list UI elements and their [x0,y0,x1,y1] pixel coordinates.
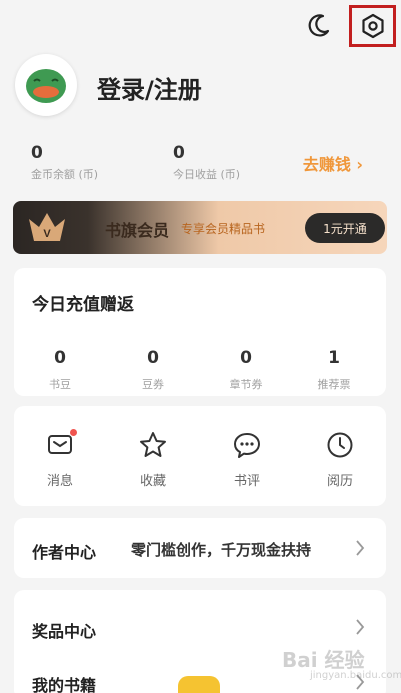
stat-label: 豆券 [142,378,164,391]
my-books-row[interactable]: 我的书籍 [32,672,96,693]
author-center-desc: 零门槛创作，千万现金扶持 [131,541,312,559]
stat-value: 1 [328,348,340,368]
quick-action-label: 收藏 [139,474,166,489]
dark-mode-icon[interactable] [306,12,332,38]
recharge-title: 今日充值赠返 [32,295,134,315]
avatar-image [26,69,66,103]
author-center-title: 作者中心 [32,543,97,562]
earn-money-link[interactable]: 去赚钱 › [303,151,363,175]
quick-action-history[interactable]: 阅历 [310,430,370,489]
svg-text:V: V [43,228,51,240]
quick-action-messages[interactable]: 消息 [30,430,90,489]
stat-label: 推荐票 [317,378,351,391]
stat-book-beans[interactable]: 0 书豆 [25,348,95,392]
quick-action-label: 书评 [233,474,260,489]
today-earnings-label: 今日收益 (币) [173,168,241,181]
crown-icon: V [29,213,65,241]
notification-dot [70,429,77,436]
login-register-link[interactable]: 登录/注册 [97,70,202,105]
stat-value: 0 [147,348,159,368]
baidu-watermark: Bai 经验 [282,648,365,672]
today-earnings-value: 0 [173,143,185,163]
comment-icon [234,433,260,458]
stat-chapter-coupons[interactable]: 0 章节券 [211,348,281,392]
quick-action-label: 消息 [46,474,73,489]
chevron-right-icon [356,540,365,556]
avatar[interactable] [15,54,77,116]
vip-subtitle: 专享会员精品书 [181,222,266,236]
stat-value: 0 [54,348,66,368]
settings-icon [361,13,384,39]
prize-center-row[interactable]: 奖品中心 [32,618,96,642]
coin-balance-value: 0 [31,143,43,163]
star-icon [140,432,166,457]
vip-banner[interactable]: V 书旗会员 专享会员精品书 1元开通 [13,201,387,254]
settings-button[interactable] [349,5,396,47]
quick-action-favorites[interactable]: 收藏 [123,430,183,489]
chevron-right-icon [356,619,365,635]
stat-value: 0 [240,348,252,368]
clock-icon [327,432,353,458]
stat-label: 章节券 [229,378,263,391]
vip-activate-button[interactable]: 1元开通 [305,213,385,243]
quick-action-label: 阅历 [326,474,353,489]
books-illustration [178,676,220,693]
coin-balance-label: 金币余额 (币) [31,168,99,181]
quick-action-reviews[interactable]: 书评 [217,430,277,489]
vip-title: 书旗会员 [105,221,170,240]
stat-recommend-tickets[interactable]: 1 推荐票 [299,348,369,392]
stat-bean-coupons[interactable]: 0 豆券 [118,348,188,392]
baidu-watermark-url: jingyan.baidu.com [310,670,401,681]
stat-label: 书豆 [49,378,71,391]
